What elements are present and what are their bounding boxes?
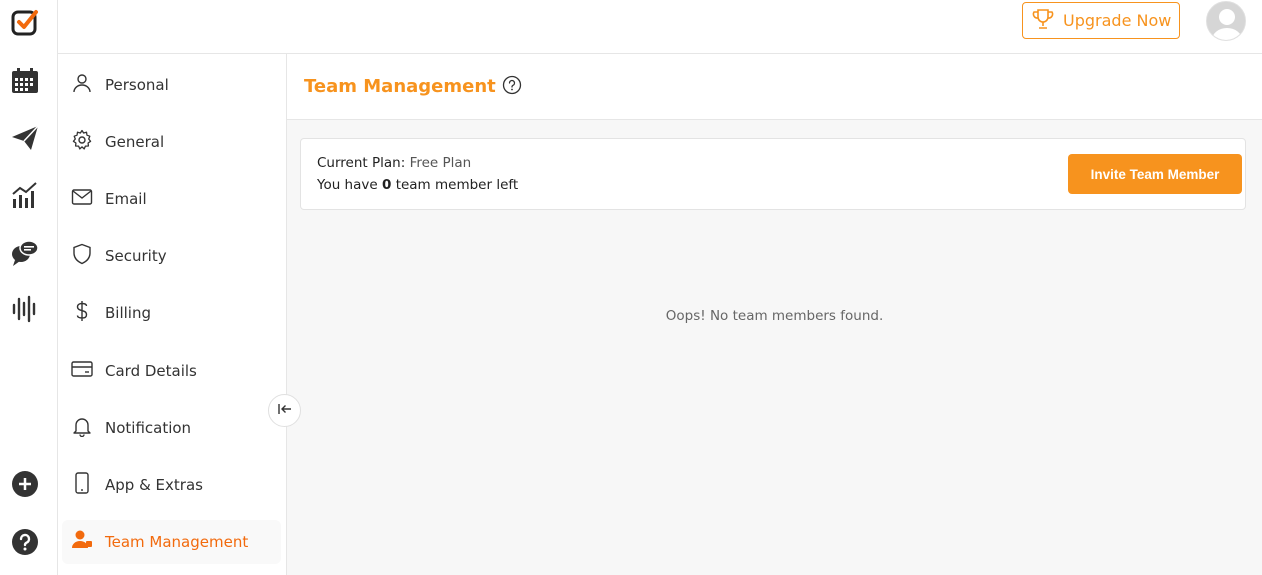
members-remaining-count: 0 bbox=[381, 177, 392, 193]
top-bar: Upgrade Now bbox=[58, 0, 1262, 54]
sidebar-item-label: Security bbox=[105, 247, 167, 265]
add-icon[interactable] bbox=[10, 469, 40, 499]
help-icon[interactable] bbox=[10, 527, 40, 557]
upgrade-now-label: Upgrade Now bbox=[1063, 11, 1172, 30]
current-plan-value: Free Plan bbox=[409, 155, 472, 171]
bell-icon bbox=[71, 415, 93, 441]
invite-team-member-button[interactable]: Invite Team Member bbox=[1068, 154, 1242, 194]
user-icon bbox=[71, 72, 93, 98]
trophy-icon bbox=[1031, 7, 1055, 35]
page-title: Team Management bbox=[304, 76, 496, 97]
logo-check-icon[interactable] bbox=[10, 8, 40, 38]
sidebar-item-email[interactable]: Email bbox=[62, 177, 281, 221]
sidebar-item-label: Email bbox=[105, 190, 147, 208]
dollar-icon bbox=[71, 300, 93, 326]
collapse-sidebar-button[interactable] bbox=[268, 394, 301, 427]
members-remaining-suffix: team member left bbox=[395, 177, 519, 193]
app-rail bbox=[0, 0, 58, 575]
members-remaining-prefix: You have bbox=[317, 177, 378, 193]
current-plan-label: Current Plan: bbox=[317, 155, 406, 171]
credit-card-icon bbox=[71, 358, 93, 384]
analytics-icon[interactable] bbox=[10, 180, 40, 210]
upgrade-now-button[interactable]: Upgrade Now bbox=[1022, 2, 1180, 39]
team-user-icon bbox=[71, 529, 93, 555]
plan-card: Current Plan: Free Plan You have 0 team … bbox=[300, 138, 1246, 210]
send-icon[interactable] bbox=[10, 123, 40, 153]
page-header: Team Management bbox=[287, 54, 1262, 120]
current-plan-line: Current Plan: Free Plan bbox=[317, 155, 471, 171]
members-remaining-line: You have 0 team member left bbox=[317, 177, 518, 193]
sidebar-item-team-management[interactable]: Team Management bbox=[62, 520, 281, 564]
help-circle-icon[interactable] bbox=[502, 75, 522, 99]
shield-icon bbox=[71, 243, 93, 269]
sidebar-item-billing[interactable]: Billing bbox=[62, 291, 281, 335]
empty-state-message: Oops! No team members found. bbox=[665, 308, 884, 324]
sidebar-item-app-extras[interactable]: App & Extras bbox=[62, 463, 281, 507]
sidebar-item-label: General bbox=[105, 133, 165, 151]
sidebar-item-notification[interactable]: Notification bbox=[62, 406, 281, 450]
sidebar-item-label: Billing bbox=[105, 304, 151, 322]
sidebar-item-label: Team Management bbox=[105, 533, 249, 551]
gear-icon bbox=[71, 129, 93, 155]
main-content: Team Management Current Plan: Free Plan … bbox=[287, 54, 1262, 575]
sidebar-item-card-details[interactable]: Card Details bbox=[62, 349, 281, 393]
audio-wave-icon[interactable] bbox=[10, 294, 40, 324]
mail-icon bbox=[71, 186, 93, 212]
avatar[interactable] bbox=[1206, 1, 1246, 41]
sidebar-item-label: Card Details bbox=[105, 362, 197, 380]
calendar-icon[interactable] bbox=[10, 66, 40, 96]
sidebar-item-label: Notification bbox=[105, 419, 192, 437]
sidebar-item-label: App & Extras bbox=[105, 476, 203, 494]
sidebar-item-label: Personal bbox=[105, 76, 169, 94]
sidebar-item-general[interactable]: General bbox=[62, 120, 281, 164]
mobile-icon bbox=[71, 472, 93, 498]
settings-sidebar: Personal General Email Security Billing … bbox=[58, 54, 287, 575]
chat-icon[interactable] bbox=[10, 238, 40, 268]
collapse-left-icon bbox=[277, 401, 293, 421]
sidebar-item-personal[interactable]: Personal bbox=[62, 63, 281, 107]
sidebar-item-security[interactable]: Security bbox=[62, 234, 281, 278]
